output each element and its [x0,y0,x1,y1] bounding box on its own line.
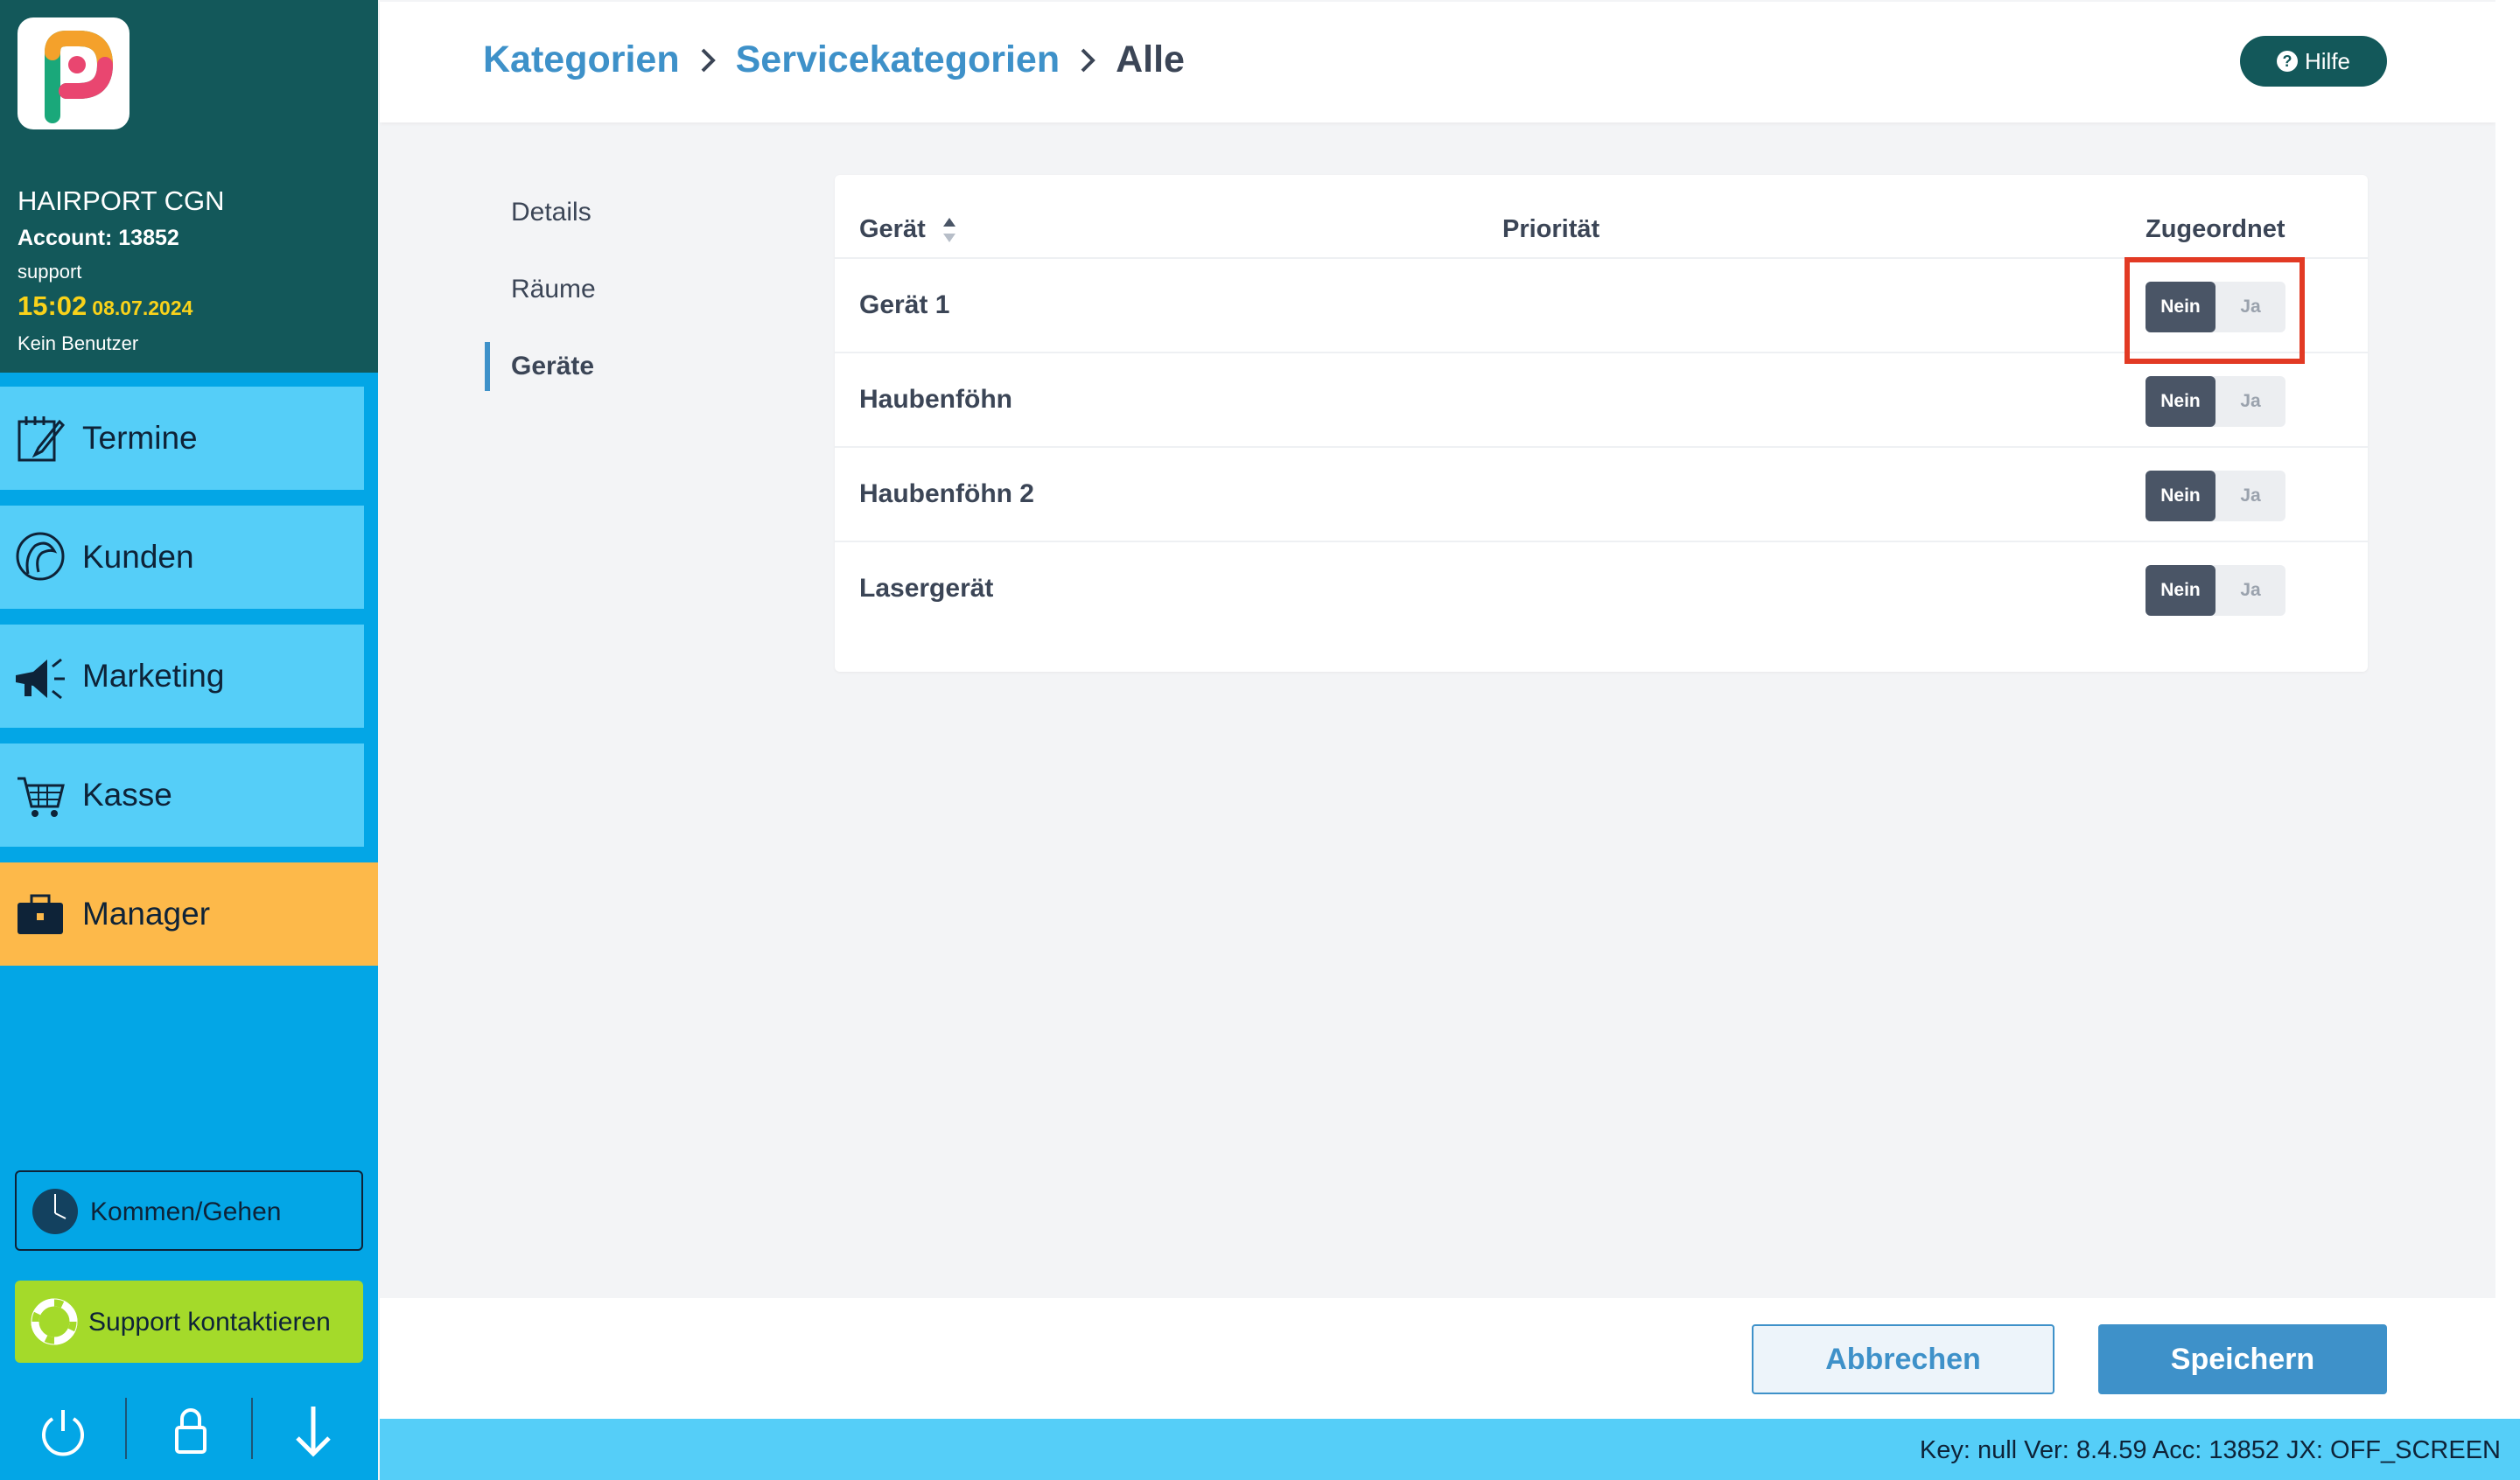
chevron-right-icon [701,48,716,72]
kommen-gehen-button[interactable]: Kommen/Gehen [15,1170,363,1251]
table-row: Haubenföhn 2 Nein Ja [835,446,2368,541]
subnav-details[interactable]: Details [485,188,592,237]
toggle-ja[interactable]: Ja [2216,471,2286,521]
table-row: Lasergerät Nein Ja [835,541,2368,635]
calendar-edit-icon [18,416,66,462]
device-name: Haubenföhn 2 [859,479,1034,508]
column-header-zugeordnet: Zugeordnet [2146,215,2286,243]
toggle-ja[interactable]: Ja [2216,376,2286,427]
customer-head-icon [16,532,65,581]
toggle-nein[interactable]: Nein [2146,471,2216,521]
nav-kunden[interactable]: Kunden [0,506,364,609]
assigned-toggle[interactable]: Nein Ja [2146,565,2286,616]
chevron-right-icon [1081,48,1096,72]
subnav-raeume[interactable]: Räume [485,265,596,314]
studio-name: HAIRPORT CGN [18,185,225,216]
clock-icon [32,1189,78,1234]
sidebar-header: HAIRPORT CGN Account: 13852 support 15:0… [0,0,378,373]
nav-kunden-label: Kunden [82,539,194,575]
help-button[interactable]: ? Hilfe [2240,36,2387,87]
user-role: support [18,261,82,283]
kommen-gehen-label: Kommen/Gehen [90,1197,282,1226]
device-name: Gerät 1 [859,290,950,319]
page-header: Kategorien Servicekategorien Alle ? Hilf… [380,2,2496,122]
nav-kasse-label: Kasse [82,777,172,813]
megaphone-icon [16,658,65,700]
arrow-down-icon[interactable] [285,1403,341,1459]
current-user: Kein Benutzer [18,332,139,354]
status-bar: Key: null Ver: 8.4.59 Acc: 13852 JX: OFF… [380,1419,2520,1480]
power-icon[interactable] [35,1403,91,1459]
question-icon: ? [2276,51,2298,72]
assigned-toggle[interactable]: Nein Ja [2146,471,2286,521]
cart-icon [18,777,65,817]
highlight-box [2124,257,2305,364]
devices-table: Gerät Priorität Zugeordnet Gerät 1 Nein … [835,175,2368,672]
assigned-toggle[interactable]: Nein Ja [2146,376,2286,427]
nav-manager-label: Manager [82,896,211,932]
lifebuoy-icon [31,1298,78,1345]
table-row: Haubenföhn Nein Ja [835,352,2368,446]
lock-icon[interactable] [163,1403,219,1459]
subnav-geraete[interactable]: Geräte [485,342,594,391]
account-number: Account: 13852 [18,226,179,250]
nav-termine[interactable]: Termine [0,387,364,490]
breadcrumb-kategorien[interactable]: Kategorien [483,38,680,81]
breadcrumb-current: Alle [1116,38,1185,80]
logo-icon [45,31,114,123]
toggle-ja[interactable]: Ja [2216,565,2286,616]
clock-time: 15:02 [18,290,88,321]
toggle-nein[interactable]: Nein [2146,565,2216,616]
action-footer: Abbrechen Speichern [380,1298,2496,1419]
breadcrumb-servicekategorien[interactable]: Servicekategorien [736,38,1060,81]
nav-termine-label: Termine [82,420,198,456]
device-name: Haubenföhn [859,385,1012,414]
breadcrumb: Kategorien Servicekategorien Alle [483,38,1185,81]
cancel-button[interactable]: Abbrechen [1752,1324,2054,1394]
sort-icon [942,218,956,243]
status-text: Key: null Ver: 8.4.59 Acc: 13852 JX: OFF… [1919,1436,2501,1464]
nav-marketing-label: Marketing [82,658,225,694]
window-edge [2496,0,2520,1419]
app-logo [18,17,130,129]
sidebar: HAIRPORT CGN Account: 13852 support 15:0… [0,0,378,1480]
toggle-nein[interactable]: Nein [2146,376,2216,427]
bottom-separator [125,1398,127,1459]
support-label: Support kontaktieren [88,1308,331,1337]
clock-date: 08.07.2024 [92,297,193,319]
column-geraet-label: Gerät [859,215,926,243]
bottom-separator [251,1398,253,1459]
save-button[interactable]: Speichern [2098,1324,2387,1394]
column-header-geraet[interactable]: Gerät [859,215,957,244]
clock: 15:02 08.07.2024 [18,290,192,322]
support-button[interactable]: Support kontaktieren [15,1281,363,1363]
nav-manager[interactable]: Manager [0,862,378,966]
device-name: Lasergerät [859,574,994,603]
nav-kasse[interactable]: Kasse [0,743,364,847]
briefcase-icon [18,894,63,934]
column-header-prioritaet: Priorität [1502,215,1600,243]
help-label: Hilfe [2304,47,2350,74]
nav-marketing[interactable]: Marketing [0,625,364,728]
